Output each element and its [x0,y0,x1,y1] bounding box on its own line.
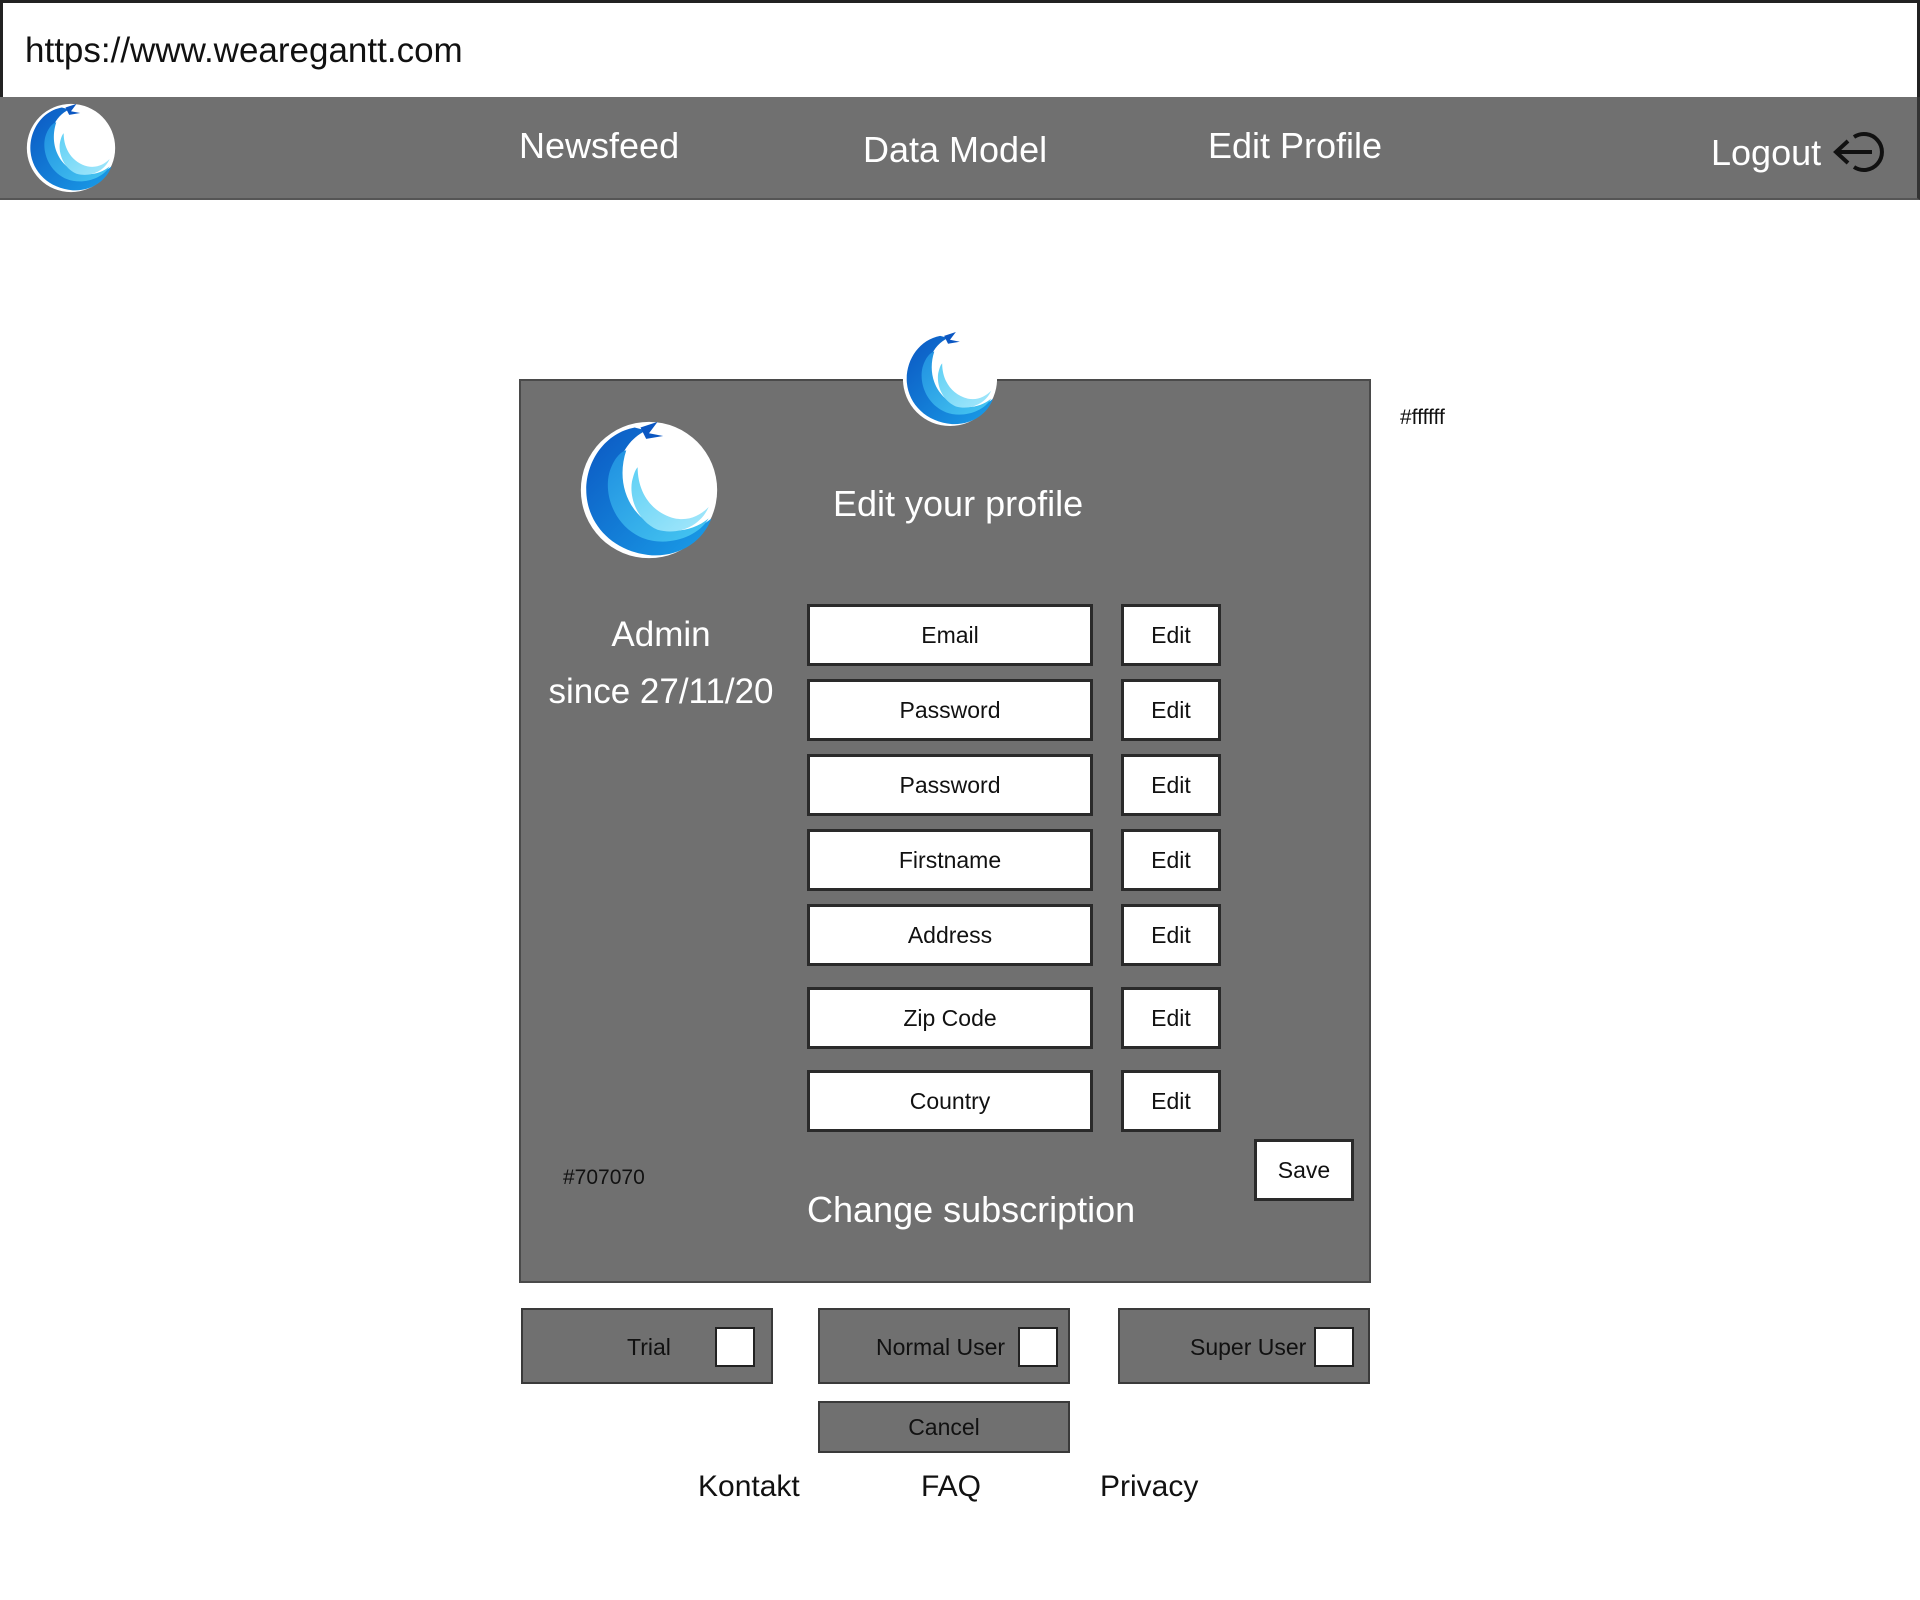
logout-arrow-icon[interactable] [1832,129,1890,175]
top-nav: Newsfeed Data Model Edit Profile Logout [0,97,1920,200]
nav-item-data-model[interactable]: Data Model [863,129,1047,171]
nav-item-newsfeed[interactable]: Newsfeed [519,125,679,167]
address-bar[interactable]: https://www.wearegantt.com [0,0,1920,100]
eagle-wave-logo-icon [902,331,998,427]
change-subscription-heading: Change subscription [807,1189,1136,1230]
subscription-option-super-user[interactable]: Super User [1118,1308,1370,1384]
profile-avatar [580,421,718,559]
page-title: Edit your profile [833,483,1084,524]
edit-firstname-button[interactable]: Edit [1121,829,1221,891]
member-since: since 27/11/20 [548,672,774,711]
firstname-field[interactable]: Firstname [807,829,1093,891]
eagle-wave-logo-icon[interactable] [20,102,122,194]
panel-color-note: #707070 [563,1166,645,1189]
subscription-option-normal-user[interactable]: Normal User [818,1308,1070,1384]
edit-profile-panel: Edit your profile Admin since 27/11/20 E… [519,379,1371,1283]
footer-link-faq[interactable]: FAQ [921,1470,981,1504]
footer-link-privacy[interactable]: Privacy [1100,1470,1198,1504]
user-role: Admin [611,615,711,654]
normal-user-label: Normal User [876,1334,1006,1360]
url-text: https://www.wearegantt.com [25,31,463,70]
edit-country-button[interactable]: Edit [1121,1070,1221,1132]
edit-zip-code-button[interactable]: Edit [1121,987,1221,1049]
cancel-button[interactable]: Cancel [818,1401,1070,1453]
trial-checkbox[interactable] [715,1327,755,1367]
logout-link[interactable]: Logout [1711,132,1821,174]
nav-item-edit-profile[interactable]: Edit Profile [1208,125,1382,167]
email-field[interactable]: Email [807,604,1093,666]
password-field[interactable]: Password [807,679,1093,741]
country-field[interactable]: Country [807,1070,1093,1132]
super-user-checkbox[interactable] [1314,1327,1354,1367]
normal-user-checkbox[interactable] [1018,1327,1058,1367]
edit-address-button[interactable]: Edit [1121,904,1221,966]
footer-link-kontakt[interactable]: Kontakt [698,1470,800,1504]
trial-label: Trial [627,1334,671,1360]
save-button[interactable]: Save [1254,1139,1354,1201]
background-color-note: #ffffff [1400,406,1445,429]
address-field[interactable]: Address [807,904,1093,966]
password-confirm-field[interactable]: Password [807,754,1093,816]
edit-password-button[interactable]: Edit [1121,679,1221,741]
subscription-option-trial[interactable]: Trial [521,1308,773,1384]
zip-code-field[interactable]: Zip Code [807,987,1093,1049]
super-user-label: Super User [1190,1334,1307,1360]
edit-email-button[interactable]: Edit [1121,604,1221,666]
edit-password-confirm-button[interactable]: Edit [1121,754,1221,816]
